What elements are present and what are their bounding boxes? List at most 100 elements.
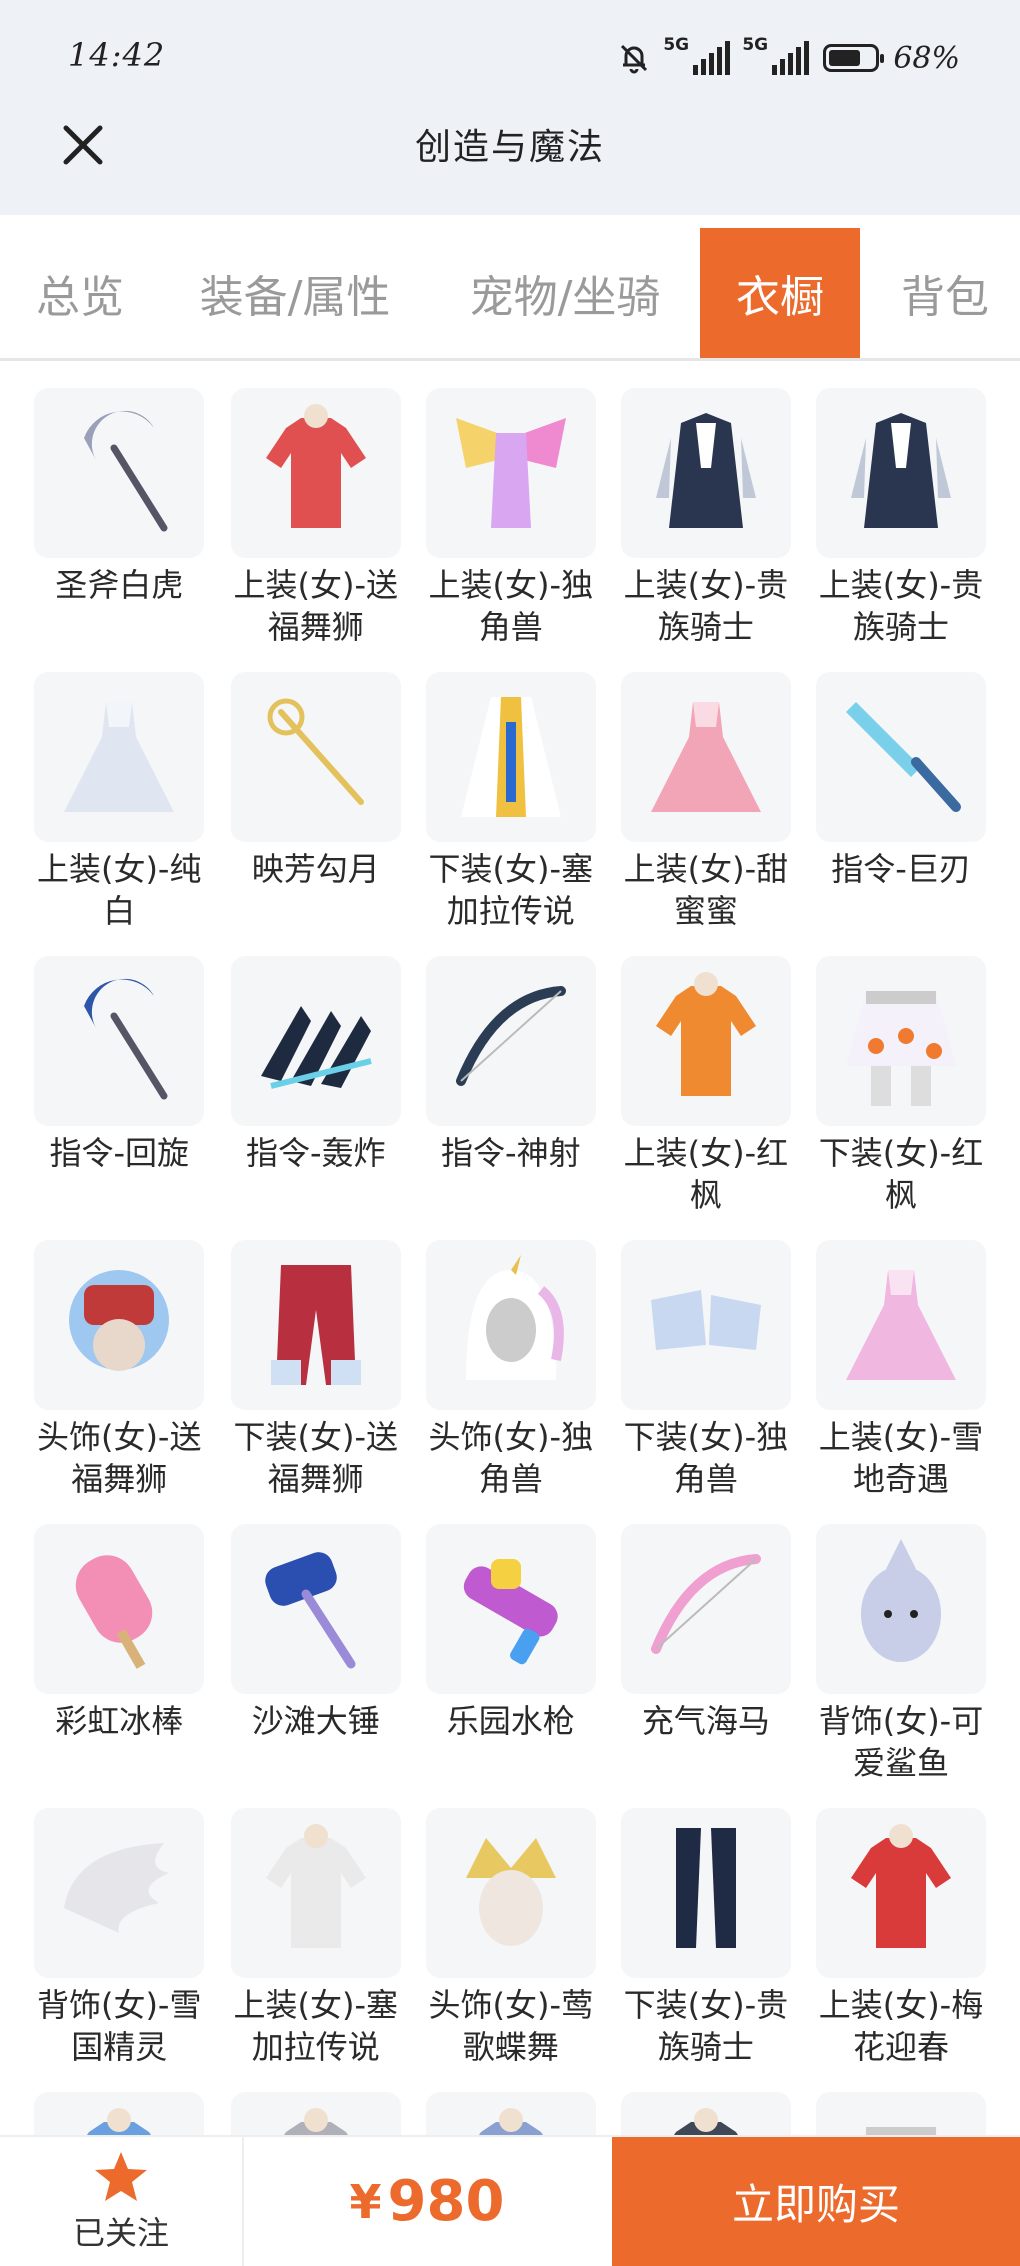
wardrobe-item[interactable]: 上装(女)-贵族骑士 xyxy=(607,388,805,648)
wardrobe-item[interactable]: 上装(女)-贵族骑士 xyxy=(802,388,1000,648)
wardrobe-item[interactable]: 背饰(女)-雪国精灵 xyxy=(20,1808,218,2068)
scythe-icon xyxy=(34,956,205,1126)
tab-backpack[interactable]: 背包 xyxy=(870,228,1020,358)
wardrobe-item[interactable]: 彩虹冰棒 xyxy=(20,1524,218,1742)
wardrobe-item[interactable]: 指令-巨刃 xyxy=(802,672,1000,890)
wardrobe-item[interactable]: 充气海马 xyxy=(607,1524,805,1742)
wardrobe-item[interactable]: 上装(女)-红枫 xyxy=(607,956,805,1216)
crown-head-icon xyxy=(425,1808,596,1978)
wardrobe-item[interactable]: 指令-神射 xyxy=(412,956,610,1174)
dress-icon xyxy=(34,672,205,842)
claw-icon xyxy=(230,956,401,1126)
status-icons: 5G 5G 68% xyxy=(617,35,960,78)
item-name: 彩虹冰棒 xyxy=(55,1702,184,1740)
wing-icon xyxy=(34,1808,205,1978)
item-name: 头饰(女)-莺歌蝶舞 xyxy=(428,1986,594,2066)
price-amount: 980 xyxy=(387,2169,505,2234)
wardrobe-item[interactable]: 上装(女)-甜蜜蜜 xyxy=(607,672,805,932)
wardrobe-item[interactable]: 指令-轰炸 xyxy=(217,956,415,1174)
star-icon xyxy=(95,2151,147,2201)
bow-icon xyxy=(620,1524,791,1694)
currency-symbol: ¥ xyxy=(349,2174,382,2229)
item-name: 上装(女)-贵族骑士 xyxy=(623,566,789,646)
item-name: 背饰(女)-雪国精灵 xyxy=(36,1986,202,2066)
robe-icon xyxy=(425,672,596,842)
item-name: 上装(女)-塞加拉传说 xyxy=(233,1986,399,2066)
tab-overview[interactable]: 总览 xyxy=(0,228,160,358)
wardrobe-item[interactable]: 下装(女)-塞加拉传说 xyxy=(412,672,610,932)
item-name: 圣斧白虎 xyxy=(55,566,184,604)
status-time: 14:42 xyxy=(68,36,166,74)
item-name: 下装(女)-塞加拉传说 xyxy=(428,850,594,930)
tab-pets[interactable]: 宠物/坐骑 xyxy=(445,228,685,358)
mute-bell-icon xyxy=(621,44,648,74)
top-bar: 14:42 5G 5G 68% 创造与魔法 xyxy=(0,0,1020,215)
winged-outfit-icon xyxy=(425,388,596,558)
wardrobe-item[interactable]: 乐园水枪 xyxy=(412,1524,610,1742)
item-name: 下装(女)-独角兽 xyxy=(623,1418,789,1498)
wardrobe-item[interactable]: 映芳勾月 xyxy=(217,672,415,890)
item-name: 上装(女)-贵族骑士 xyxy=(818,566,984,646)
wardrobe-item[interactable]: 头饰(女)-莺歌蝶舞 xyxy=(412,1808,610,2068)
outfit-top-icon xyxy=(425,2092,596,2135)
wardrobe-item[interactable]: 下装(女)-独角兽 xyxy=(607,1240,805,1500)
outfit-top-icon xyxy=(230,2092,401,2135)
item-name: 背饰(女)-可爱鲨鱼 xyxy=(818,1702,984,1782)
item-name: 沙滩大锤 xyxy=(251,1702,380,1740)
hammer-icon xyxy=(230,1524,401,1694)
wardrobe-item[interactable]: 背饰(女)-可爱鲨鱼 xyxy=(802,1524,1000,1784)
wardrobe-item[interactable]: 圣斧白虎 xyxy=(20,388,218,606)
wardrobe-item[interactable]: 头饰(女)-送福舞狮 xyxy=(20,1240,218,1500)
bow-icon xyxy=(425,956,596,1126)
wardrobe-item[interactable] xyxy=(802,2092,1000,2135)
wardrobe-item[interactable]: 上装(女)-纯白 xyxy=(20,672,218,932)
page-title: 创造与魔法 xyxy=(414,127,605,168)
blade-icon xyxy=(815,672,986,842)
wardrobe-item[interactable]: 上装(女)-塞加拉传说 xyxy=(217,1808,415,2068)
dress-icon xyxy=(815,1240,986,1410)
outfit-top-icon xyxy=(815,1808,986,1978)
tab-wardrobe[interactable]: 衣橱 xyxy=(700,228,860,358)
wardrobe-item[interactable] xyxy=(607,2092,805,2135)
wardrobe-item[interactable] xyxy=(412,2092,610,2135)
item-name: 乐园水枪 xyxy=(446,1702,575,1740)
wardrobe-item[interactable]: 上装(女)-送福舞狮 xyxy=(217,388,415,648)
item-name: 下装(女)-红枫 xyxy=(818,1134,984,1214)
tab-equipment[interactable]: 装备/属性 xyxy=(175,228,415,358)
item-name: 头饰(女)-独角兽 xyxy=(428,1418,594,1498)
signal-icon: 5G xyxy=(742,35,810,75)
tab-bar: 总览 装备/属性 宠物/坐骑 衣橱 背包 xyxy=(0,228,1020,361)
wardrobe-item[interactable]: 下装(女)-贵族骑士 xyxy=(607,1808,805,2068)
item-name: 映芳勾月 xyxy=(251,850,380,888)
popsicle-icon xyxy=(34,1524,205,1694)
outfit-top-icon xyxy=(620,956,791,1126)
wardrobe-item[interactable]: 上装(女)-雪地奇遇 xyxy=(802,1240,1000,1500)
wardrobe-item[interactable] xyxy=(20,2092,218,2135)
outfit-top-icon xyxy=(34,2092,205,2135)
pants-icon xyxy=(230,1240,401,1410)
coat-icon xyxy=(620,388,791,558)
outfit-top-icon xyxy=(620,2092,791,2135)
item-name: 指令-轰炸 xyxy=(245,1134,386,1172)
follow-label: 已关注 xyxy=(72,2213,169,2252)
buy-now-button[interactable]: 立即购买 xyxy=(612,2137,1020,2266)
shark-icon xyxy=(815,1524,986,1694)
wardrobe-item[interactable] xyxy=(217,2092,415,2135)
wardrobe-item[interactable]: 下装(女)-送福舞狮 xyxy=(217,1240,415,1500)
wardrobe-item[interactable]: 上装(女)-梅花迎春 xyxy=(802,1808,1000,2068)
item-name: 上装(女)-红枫 xyxy=(623,1134,789,1214)
item-name: 充气海马 xyxy=(641,1702,770,1740)
wardrobe-item[interactable]: 头饰(女)-独角兽 xyxy=(412,1240,610,1500)
item-name: 上装(女)-雪地奇遇 xyxy=(818,1418,984,1498)
outfit-top-icon xyxy=(230,388,401,558)
wardrobe-grid: 圣斧白虎 上装(女)-送福舞狮 上装(女)-独角兽 上装(女)-贵族骑士 上装(女)-贵… xyxy=(0,358,1020,2135)
follow-button[interactable]: 已关注 xyxy=(0,2137,244,2266)
item-name: 上装(女)-送福舞狮 xyxy=(233,566,399,646)
wardrobe-item[interactable]: 指令-回旋 xyxy=(20,956,218,1174)
wardrobe-item[interactable]: 沙滩大锤 xyxy=(217,1524,415,1742)
wardrobe-item[interactable]: 上装(女)-独角兽 xyxy=(412,388,610,648)
watergun-icon xyxy=(425,1524,596,1694)
lion-head-icon xyxy=(34,1240,205,1410)
battery-icon xyxy=(823,44,885,72)
wardrobe-item[interactable]: 下装(女)-红枫 xyxy=(802,956,1000,1216)
